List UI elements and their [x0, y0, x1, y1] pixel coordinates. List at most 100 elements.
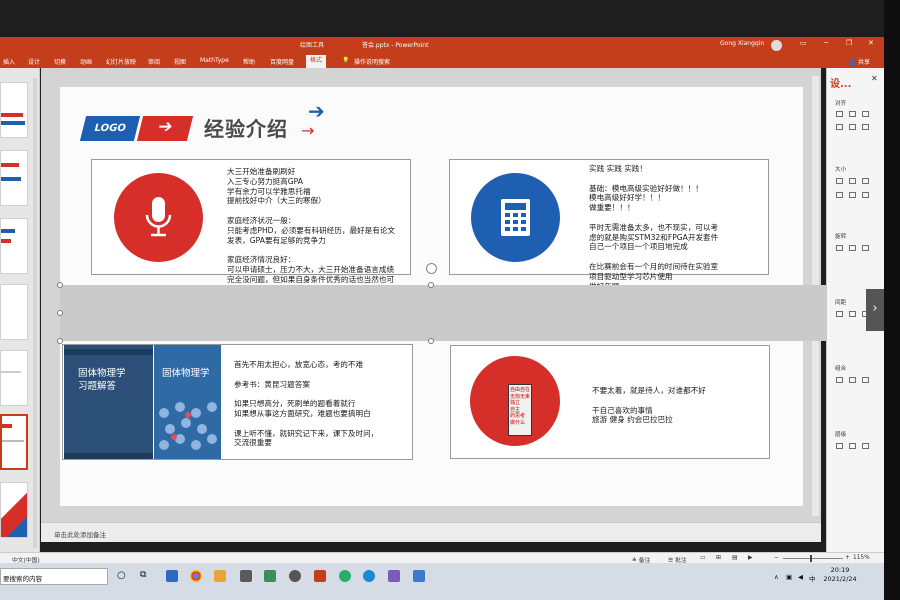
resize-handle[interactable]	[57, 282, 63, 288]
align-top-icon[interactable]	[836, 124, 843, 130]
regroup-icon[interactable]	[862, 377, 869, 383]
tab-view[interactable]: 视图	[174, 57, 186, 66]
size-width-icon[interactable]	[836, 178, 843, 184]
blue-arrow-icon[interactable]: ➔	[308, 101, 325, 121]
tell-me-search[interactable]: 操作说明搜索	[354, 57, 390, 66]
slideshow-icon[interactable]: ▶	[748, 555, 752, 561]
align-middle-icon[interactable]	[849, 124, 856, 130]
chrome-icon[interactable]	[190, 570, 202, 582]
card-text[interactable]: 实践 实践 实践！ 基础：模电高级实验好好做！！！ 模电高级好好学！！！ 做重要…	[589, 164, 767, 296]
card-text[interactable]: 首先不用太担心，放宽心态，考的不难 参考书：黄昆习题答案 如果只想高分，死刷单的…	[234, 360, 412, 456]
size-both-icon[interactable]	[862, 178, 869, 184]
align-bottom-icon[interactable]	[862, 124, 869, 130]
tab-review[interactable]: 审阅	[148, 57, 160, 66]
cortana-icon[interactable]: ○	[117, 570, 126, 581]
card-text[interactable]: 大三开始准备刷刷好 入三专心努力挺高GPA 学有余力可以学雅思托福 提前找好中介…	[227, 167, 427, 299]
task-view-icon[interactable]: ⧉	[140, 570, 146, 580]
size-height-icon[interactable]	[849, 178, 856, 184]
thumbnail-scrollbar[interactable]	[33, 78, 37, 548]
zoom-slider[interactable]	[783, 558, 843, 559]
tray-up-chevron-icon[interactable]: ∧	[774, 573, 779, 581]
book-cover-image[interactable]: 固体物理学	[154, 345, 221, 459]
taskbar-search-input[interactable]: 要搜索的内容	[0, 568, 108, 585]
minimize-button[interactable]: ─	[824, 39, 828, 47]
rotate-handle[interactable]	[426, 263, 437, 274]
wechat-icon[interactable]	[339, 570, 351, 582]
logo-arrow-badge[interactable]: ➔	[136, 116, 194, 141]
tab-slideshow[interactable]: 幻灯片放映	[106, 57, 136, 66]
spacing-vertical-icon[interactable]	[849, 311, 856, 317]
resize-handle[interactable]	[57, 310, 63, 316]
zoom-out-button[interactable]: −	[774, 555, 779, 561]
tab-baidu[interactable]: 百度网盘	[270, 57, 294, 66]
tab-format[interactable]: 格式	[306, 55, 327, 68]
store-icon[interactable]	[240, 570, 252, 582]
edge-icon[interactable]	[363, 570, 375, 582]
clock[interactable]: 20:19 2021/2/24	[820, 566, 860, 584]
slide-sorter-icon[interactable]: ⊞	[716, 555, 721, 561]
pane-collapse-chevron-icon[interactable]: ›	[866, 289, 884, 331]
slide-thumbnail[interactable]	[0, 150, 28, 206]
resize-handle[interactable]	[428, 282, 434, 288]
slide-thumbnail[interactable]	[0, 350, 28, 406]
align-right-icon[interactable]	[862, 111, 869, 117]
tab-design[interactable]: 设计	[28, 57, 40, 66]
zoom-in-button[interactable]: +	[845, 555, 850, 561]
notes-pane[interactable]: 单击此处添加备注	[41, 522, 821, 542]
size-match-icon[interactable]	[836, 192, 843, 198]
slide-heading[interactable]: 经验介绍	[204, 113, 288, 142]
powerpoint-icon[interactable]	[314, 570, 326, 582]
normal-view-icon[interactable]: ▭	[700, 555, 705, 561]
red-arrow-icon[interactable]: →	[301, 123, 314, 139]
resize-handle[interactable]	[428, 338, 434, 344]
slide-thumbnail[interactable]	[0, 82, 28, 138]
card-text[interactable]: 不要太着，就是待人，对谁都不好 干自己喜欢的事情 旅游 健身 约会巴拉巴拉	[592, 386, 762, 436]
network-icon[interactable]: ▣	[786, 573, 792, 581]
app-icon[interactable]	[264, 570, 276, 582]
book-cover-image[interactable]: 固体物理学 习题解答	[64, 345, 153, 459]
photos-icon[interactable]	[413, 570, 425, 582]
volume-icon[interactable]: ◀	[798, 573, 803, 581]
ungroup-icon[interactable]	[849, 377, 856, 383]
size-fit-icon[interactable]	[849, 192, 856, 198]
slide-thumbnail[interactable]	[0, 482, 28, 538]
size-reset-icon[interactable]	[862, 192, 869, 198]
tab-insert[interactable]: 插入	[3, 57, 15, 66]
reading-view-icon[interactable]: ▤	[732, 555, 737, 561]
bring-forward-icon[interactable]	[836, 443, 843, 449]
mail-icon[interactable]	[166, 570, 178, 582]
logo-badge[interactable]: LOGO	[79, 116, 141, 141]
rotate-left-icon[interactable]	[836, 245, 843, 251]
tab-mathtype[interactable]: MathType	[200, 57, 229, 64]
avatar[interactable]	[771, 40, 782, 51]
tab-help[interactable]: 帮助	[243, 57, 255, 66]
zoom-slider-thumb[interactable]	[810, 555, 812, 562]
align-center-icon[interactable]	[849, 111, 856, 117]
align-left-icon[interactable]	[836, 111, 843, 117]
slide-thumbnail[interactable]	[0, 284, 28, 340]
restore-button[interactable]: ❐	[846, 39, 852, 47]
flip-icon[interactable]	[862, 245, 869, 251]
slide-thumbnail-selected[interactable]	[0, 414, 28, 470]
app-icon[interactable]	[388, 570, 400, 582]
zoom-level[interactable]: 115%	[853, 555, 870, 561]
send-backward-icon[interactable]	[849, 443, 856, 449]
group-icon[interactable]	[836, 377, 843, 383]
file-explorer-icon[interactable]	[214, 570, 226, 582]
close-button[interactable]: ✕	[868, 39, 874, 47]
slide-thumbnail[interactable]	[0, 218, 28, 274]
rotate-right-icon[interactable]	[849, 245, 856, 251]
poster-image[interactable]: 自由自在 无拘无束 独立 自主 的思考 做什么	[508, 384, 532, 436]
selected-shape[interactable]	[60, 285, 828, 341]
browser-icon[interactable]	[289, 570, 301, 582]
share-button[interactable]: 👤 共享	[849, 57, 870, 66]
tab-animations[interactable]: 动画	[80, 57, 92, 66]
input-language[interactable]: 中	[809, 573, 816, 583]
user-name[interactable]: Gong Xiangqin	[720, 40, 764, 47]
layer-order-icon[interactable]	[862, 443, 869, 449]
calculator-icon	[501, 199, 530, 236]
tab-transitions[interactable]: 切换	[54, 57, 66, 66]
close-pane-button[interactable]: ✕	[871, 74, 878, 83]
ribbon-display-icon[interactable]: ▭	[800, 39, 807, 47]
spacing-horizontal-icon[interactable]	[836, 311, 843, 317]
